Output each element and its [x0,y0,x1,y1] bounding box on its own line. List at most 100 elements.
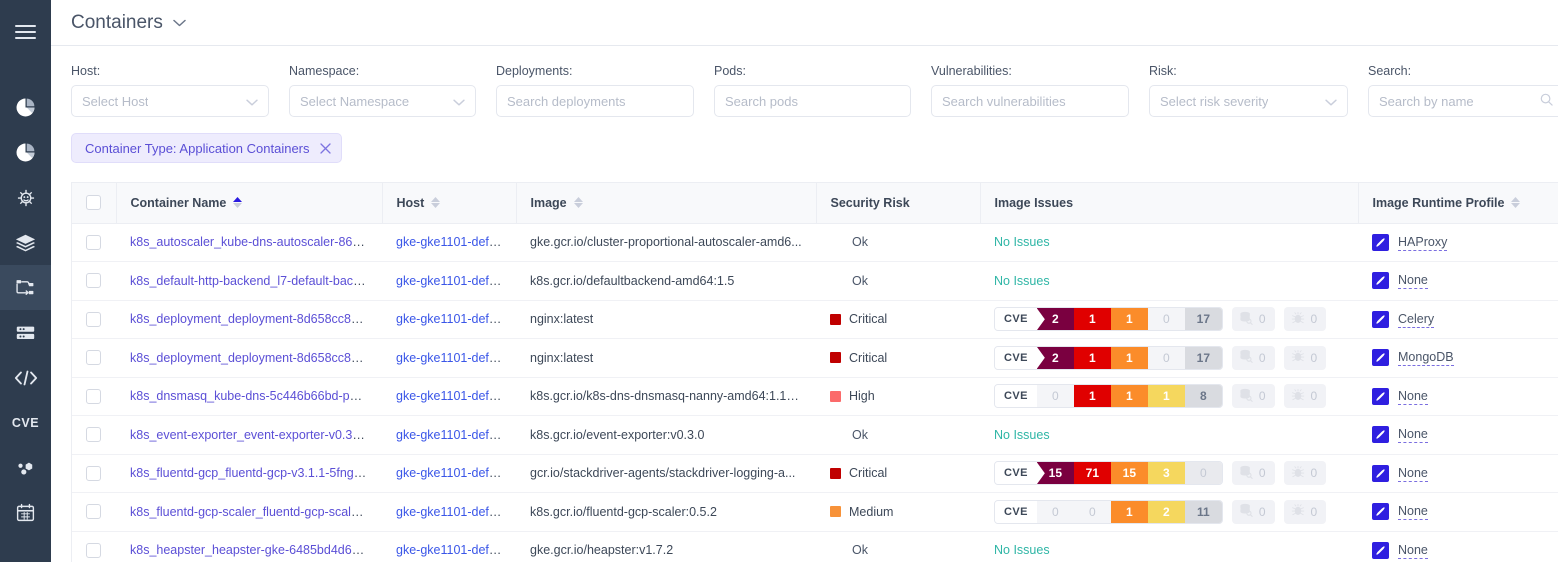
host-link[interactable]: gke-gke1101-defaul... [396,389,516,403]
compliance-issues-pill[interactable]: 0 [1231,461,1275,486]
row-checkbox[interactable] [86,311,101,327]
table-row[interactable]: k8s_default-http-backend_l7-default-back… [72,261,1558,301]
col-image-runtime-profile[interactable]: Image Runtime Profile [1358,183,1558,224]
container-name-link[interactable]: k8s_default-http-backend_l7-default-back… [130,274,382,288]
table-row[interactable]: k8s_fluentd-gcp_fluentd-gcp-v3.1.1-5fngd… [72,454,1558,493]
host-link[interactable]: gke-gke1101-defaul... [396,312,516,326]
runtime-profile-name[interactable]: None [1398,272,1428,290]
sidebar-item-layers[interactable] [0,220,51,265]
runtime-profile-name[interactable]: None [1398,388,1428,405]
host-link[interactable]: gke-gke1101-defaul... [396,428,516,442]
host-link[interactable]: gke-gke1101-defaul... [396,235,516,249]
malware-issues-pill[interactable]: 0 [1283,307,1327,332]
cve-badge[interactable]: CVE 0 1 1 1 8 [994,384,1223,409]
container-name-link[interactable]: k8s_fluentd-gcp_fluentd-gcp-v3.1.1-5fngd… [130,466,382,480]
host-input[interactable]: Select Host [71,85,269,117]
table-row[interactable]: k8s_autoscaler_kube-dns-autoscaler-8687c… [72,223,1558,262]
container-name-link[interactable]: k8s_autoscaler_kube-dns-autoscaler-8687c… [130,235,382,249]
table-row[interactable]: k8s_fluentd-gcp-scaler_fluentd-gcp-scale… [72,492,1558,532]
edit-profile-icon[interactable] [1372,387,1389,405]
namespace-input[interactable]: Select Namespace [289,85,476,117]
vulnerabilities-input[interactable]: Search vulnerabilities [931,85,1129,117]
sidebar-item-cve[interactable]: CVE [0,400,51,445]
sidebar-item-radar[interactable] [0,175,51,220]
edit-profile-icon[interactable] [1372,310,1389,328]
chevron-down-icon[interactable] [1325,94,1337,109]
search-icon[interactable] [1540,93,1553,109]
container-name-link[interactable]: k8s_deployment_deployment-8d658cc86-95k.… [130,312,382,326]
edit-profile-icon[interactable] [1372,426,1389,444]
no-issues-label[interactable]: No Issues [994,235,1050,249]
row-checkbox[interactable] [86,542,101,558]
table-row[interactable]: k8s_heapster_heapster-gke-6485bd4d65-lcs… [72,531,1558,562]
container-name-link[interactable]: k8s_event-exporter_event-exporter-v0.3.0… [130,428,382,442]
sort-indicator-icon[interactable] [431,197,441,209]
edit-profile-icon[interactable] [1372,233,1389,251]
host-link[interactable]: gke-gke1101-defaul... [396,274,516,288]
sidebar-item-containers[interactable] [0,265,51,310]
cve-badge[interactable]: CVE 15 71 15 3 0 [994,461,1223,486]
search-input[interactable]: Search by name [1368,85,1558,117]
filter-chip-container-type[interactable]: Container Type: Application Containers [71,133,342,163]
edit-profile-icon[interactable] [1372,464,1389,482]
compliance-issues-pill[interactable]: 0 [1231,384,1275,409]
runtime-profile-name[interactable]: None [1398,465,1428,482]
row-checkbox[interactable] [86,388,101,404]
runtime-profile-name[interactable]: None [1398,503,1428,521]
host-link[interactable]: gke-gke1101-defaul... [396,466,516,480]
container-name-link[interactable]: k8s_dnsmasq_kube-dns-5c446b66bd-pms8g_..… [130,389,382,403]
risk-input[interactable]: Select risk severity [1149,85,1348,117]
table-row[interactable]: k8s_event-exporter_event-exporter-v0.3.0… [72,415,1558,455]
cve-badge[interactable]: CVE 0 0 1 2 11 [994,499,1223,524]
row-checkbox[interactable] [86,427,101,443]
select-all-checkbox[interactable] [86,195,101,211]
runtime-profile-name[interactable]: HAProxy [1398,234,1448,251]
edit-profile-icon[interactable] [1372,272,1389,290]
sort-indicator-icon[interactable] [573,197,583,209]
host-link[interactable]: gke-gke1101-defaul... [396,505,516,519]
sidebar-item-code[interactable] [0,355,51,400]
no-issues-label[interactable]: No Issues [994,428,1050,442]
malware-issues-pill[interactable]: 0 [1283,384,1327,409]
table-row[interactable]: k8s_deployment_deployment-8d658cc86-pbx.… [72,338,1558,378]
sidebar-item-dashboard[interactable] [0,85,51,130]
runtime-profile-name[interactable]: Celery [1398,311,1435,328]
malware-issues-pill[interactable]: 0 [1283,461,1327,486]
pods-input[interactable]: Search pods [714,85,911,117]
table-row[interactable]: k8s_deployment_deployment-8d658cc86-95k.… [72,300,1558,339]
sidebar-item-reports[interactable] [0,130,51,175]
menu-toggle[interactable] [0,10,51,55]
cve-badge[interactable]: CVE 2 1 1 0 17 [994,345,1223,370]
row-checkbox[interactable] [86,465,101,481]
compliance-issues-pill[interactable]: 0 [1231,499,1275,524]
malware-issues-pill[interactable]: 0 [1283,345,1327,370]
sidebar-item-hosts[interactable] [0,310,51,355]
compliance-issues-pill[interactable]: 0 [1231,345,1275,370]
row-checkbox[interactable] [86,350,101,366]
container-name-link[interactable]: k8s_fluentd-gcp-scaler_fluentd-gcp-scale… [130,505,382,519]
no-issues-label[interactable]: No Issues [994,274,1050,288]
edit-profile-icon[interactable] [1372,541,1389,559]
container-name-link[interactable]: k8s_heapster_heapster-gke-6485bd4d65-lcs… [130,543,382,557]
close-icon[interactable] [319,142,331,154]
sidebar-item-schedule[interactable] [0,490,51,535]
sort-indicator-icon[interactable] [233,197,243,209]
row-checkbox[interactable] [86,504,101,520]
host-link[interactable]: gke-gke1101-defaul... [396,351,516,365]
runtime-profile-name[interactable]: None [1398,426,1428,444]
cve-badge[interactable]: CVE 2 1 1 0 17 [994,307,1223,332]
runtime-profile-name[interactable]: MongoDB [1398,349,1454,367]
col-host[interactable]: Host [382,183,517,224]
malware-issues-pill[interactable]: 0 [1283,499,1327,524]
table-row[interactable]: k8s_dnsmasq_kube-dns-5c446b66bd-pms8g_..… [72,377,1558,416]
host-link[interactable]: gke-gke1101-defaul [396,543,506,557]
col-image[interactable]: Image [516,183,817,224]
runtime-profile-name[interactable]: None [1398,542,1428,559]
row-checkbox[interactable] [86,234,101,250]
sort-indicator-icon[interactable] [1511,197,1521,209]
chevron-down-icon[interactable] [173,19,186,27]
container-name-link[interactable]: k8s_deployment_deployment-8d658cc86-pbx.… [130,351,382,365]
edit-profile-icon[interactable] [1372,349,1389,367]
chevron-down-icon[interactable] [246,94,258,109]
sidebar-item-nodes[interactable] [0,445,51,490]
